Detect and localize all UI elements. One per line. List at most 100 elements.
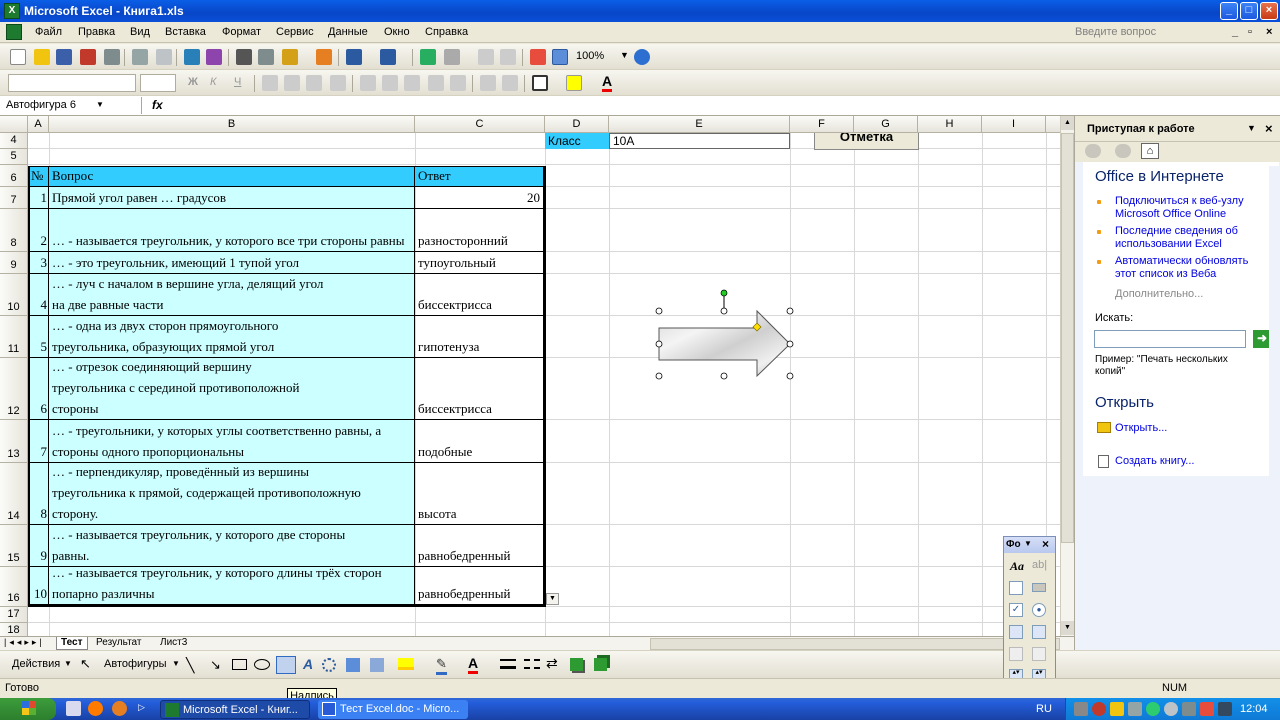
groupbox-control-icon[interactable] (1009, 581, 1023, 595)
sort-asc-icon[interactable] (478, 49, 494, 65)
menu-insert[interactable]: Вставка (165, 26, 206, 38)
col-header-b[interactable]: B (49, 116, 415, 133)
copy-icon[interactable] (258, 49, 274, 65)
answer-cell[interactable]: тупоугольный (415, 252, 544, 274)
tray-update-icon[interactable] (1146, 702, 1160, 716)
link-more[interactable]: Дополнительно... (1115, 288, 1265, 301)
header-answer[interactable]: Ответ (415, 167, 544, 187)
scroll-thumb[interactable] (1061, 133, 1074, 543)
answer-cell[interactable]: 20 (415, 187, 544, 209)
button-control-icon[interactable] (1032, 583, 1046, 592)
answer-cell[interactable]: высота (415, 463, 544, 525)
picture-icon[interactable] (370, 658, 384, 672)
row-header[interactable]: 13 (0, 420, 28, 463)
taskbar-word[interactable]: Тест Excel.doc - Micro... (318, 700, 468, 719)
forms-close-icon[interactable]: × (1042, 537, 1049, 551)
combo-list-icon[interactable] (1009, 647, 1023, 661)
link-office-online[interactable]: Подключиться к веб-узлу Microsoft Office… (1115, 195, 1265, 221)
task-pane-dropdown-icon[interactable]: ▼ (1247, 123, 1256, 133)
clipart-icon[interactable] (346, 658, 360, 672)
line-style-icon[interactable] (500, 659, 516, 669)
menu-help[interactable]: Справка (425, 26, 468, 38)
num-cell[interactable]: 4 (30, 274, 49, 316)
row-header[interactable]: 16 (0, 567, 28, 607)
tray-antivirus-icon[interactable] (1092, 702, 1106, 716)
col-header-a[interactable]: A (28, 116, 49, 133)
autosum-icon[interactable] (444, 49, 460, 65)
decrease-decimal-icon[interactable] (450, 75, 466, 91)
link-open[interactable]: Открыть... (1115, 422, 1265, 435)
question-cell[interactable]: … - перпендикуляр, проведённый из вершин… (49, 463, 415, 525)
tray-security-icon[interactable] (1110, 702, 1124, 716)
row-header[interactable]: 9 (0, 252, 28, 274)
label-control-icon[interactable]: Aa (1010, 559, 1024, 574)
borders-icon[interactable] (532, 75, 548, 91)
answer-cell[interactable]: гипотенуза (415, 316, 544, 358)
question-cell[interactable]: … - называется треугольник, у которого д… (49, 525, 415, 567)
worksheet-grid[interactable]: A B C D E F G H I 4 5 6 7 8 9 10 11 12 1… (0, 116, 1060, 636)
font-size-combo[interactable] (140, 74, 176, 92)
row-header[interactable]: 18 (0, 623, 28, 636)
tab-sheet3[interactable]: Лист3 (156, 637, 191, 650)
row-header[interactable]: 7 (0, 187, 28, 209)
klass-label-cell[interactable]: Класс (545, 133, 609, 149)
wordart-icon[interactable]: A (303, 656, 313, 672)
mark-button[interactable]: Отметка (814, 133, 919, 150)
arrow-style-icon[interactable]: ⇄ (546, 655, 558, 672)
open-icon[interactable] (34, 49, 50, 65)
align-center-icon[interactable] (284, 75, 300, 91)
language-indicator[interactable]: RU (1036, 698, 1052, 720)
currency-icon[interactable] (360, 75, 376, 91)
arrow-icon[interactable]: ↘ (210, 657, 221, 673)
answer-cell[interactable]: биссектрисса (415, 358, 544, 420)
menu-edit[interactable]: Правка (78, 26, 115, 38)
question-cell[interactable]: … - одна из двух сторон прямоугольного т… (49, 316, 415, 358)
task-pane-search-input[interactable] (1094, 330, 1246, 348)
menu-file[interactable]: Файл (35, 26, 62, 38)
checkbox-control-icon[interactable]: ✓ (1009, 603, 1023, 617)
merge-center-icon[interactable] (330, 75, 346, 91)
clock[interactable]: 12:04 (1240, 698, 1268, 720)
klass-value-cell[interactable]: 10А (609, 133, 790, 149)
quicklaunch-firefox-icon[interactable] (112, 701, 127, 716)
tray-network-icon[interactable] (1074, 702, 1088, 716)
row-header[interactable]: 15 (0, 525, 28, 567)
row-header[interactable]: 14 (0, 463, 28, 525)
arrow-autoshape[interactable] (650, 286, 800, 386)
print-icon[interactable] (132, 49, 148, 65)
autocomplete-dropdown-icon[interactable]: ▼ (546, 593, 559, 605)
sort-desc-icon[interactable] (500, 49, 516, 65)
scroll-up-icon[interactable]: ▲ (1061, 116, 1074, 130)
fx-icon[interactable]: fx (152, 98, 163, 112)
col-header-j[interactable] (1046, 116, 1060, 133)
zoom-dropdown-icon[interactable]: ▼ (620, 50, 629, 60)
hyperlink-icon[interactable] (420, 49, 436, 65)
minimize-button[interactable]: _ (1220, 2, 1238, 20)
format-painter-icon[interactable] (316, 49, 332, 65)
decrease-indent-icon[interactable] (480, 75, 496, 91)
col-header-f[interactable]: F (790, 116, 854, 133)
line-icon[interactable]: ╲ (186, 657, 194, 674)
dash-style-icon[interactable] (524, 659, 540, 669)
autoshapes-menu[interactable]: Автофигуры (104, 658, 167, 670)
zoom-value[interactable]: 100% (576, 50, 604, 62)
name-box-dropdown-icon[interactable]: ▼ (96, 100, 104, 109)
col-header-h[interactable]: H (918, 116, 982, 133)
thousands-icon[interactable] (404, 75, 420, 91)
tab-result[interactable]: Результат (92, 637, 145, 650)
align-right-icon[interactable] (306, 75, 322, 91)
col-header-c[interactable]: C (415, 116, 545, 133)
combo-dropdown-icon[interactable] (1032, 647, 1046, 661)
row-header[interactable]: 10 (0, 274, 28, 316)
link-latest-news[interactable]: Последние сведения об использовании Exce… (1115, 225, 1265, 251)
tray-monitor-icon[interactable] (1128, 702, 1142, 716)
col-header-e[interactable]: E (609, 116, 790, 133)
menu-data[interactable]: Данные (328, 26, 368, 38)
fill-color-icon[interactable] (566, 75, 582, 91)
answer-cell[interactable]: биссектрисса (415, 274, 544, 316)
row-header[interactable]: 12 (0, 358, 28, 420)
row-header[interactable]: 8 (0, 209, 28, 252)
row-header[interactable]: 4 (0, 133, 28, 149)
editbox-control-icon[interactable]: ab| (1032, 559, 1047, 571)
shadow-icon[interactable] (570, 658, 583, 671)
